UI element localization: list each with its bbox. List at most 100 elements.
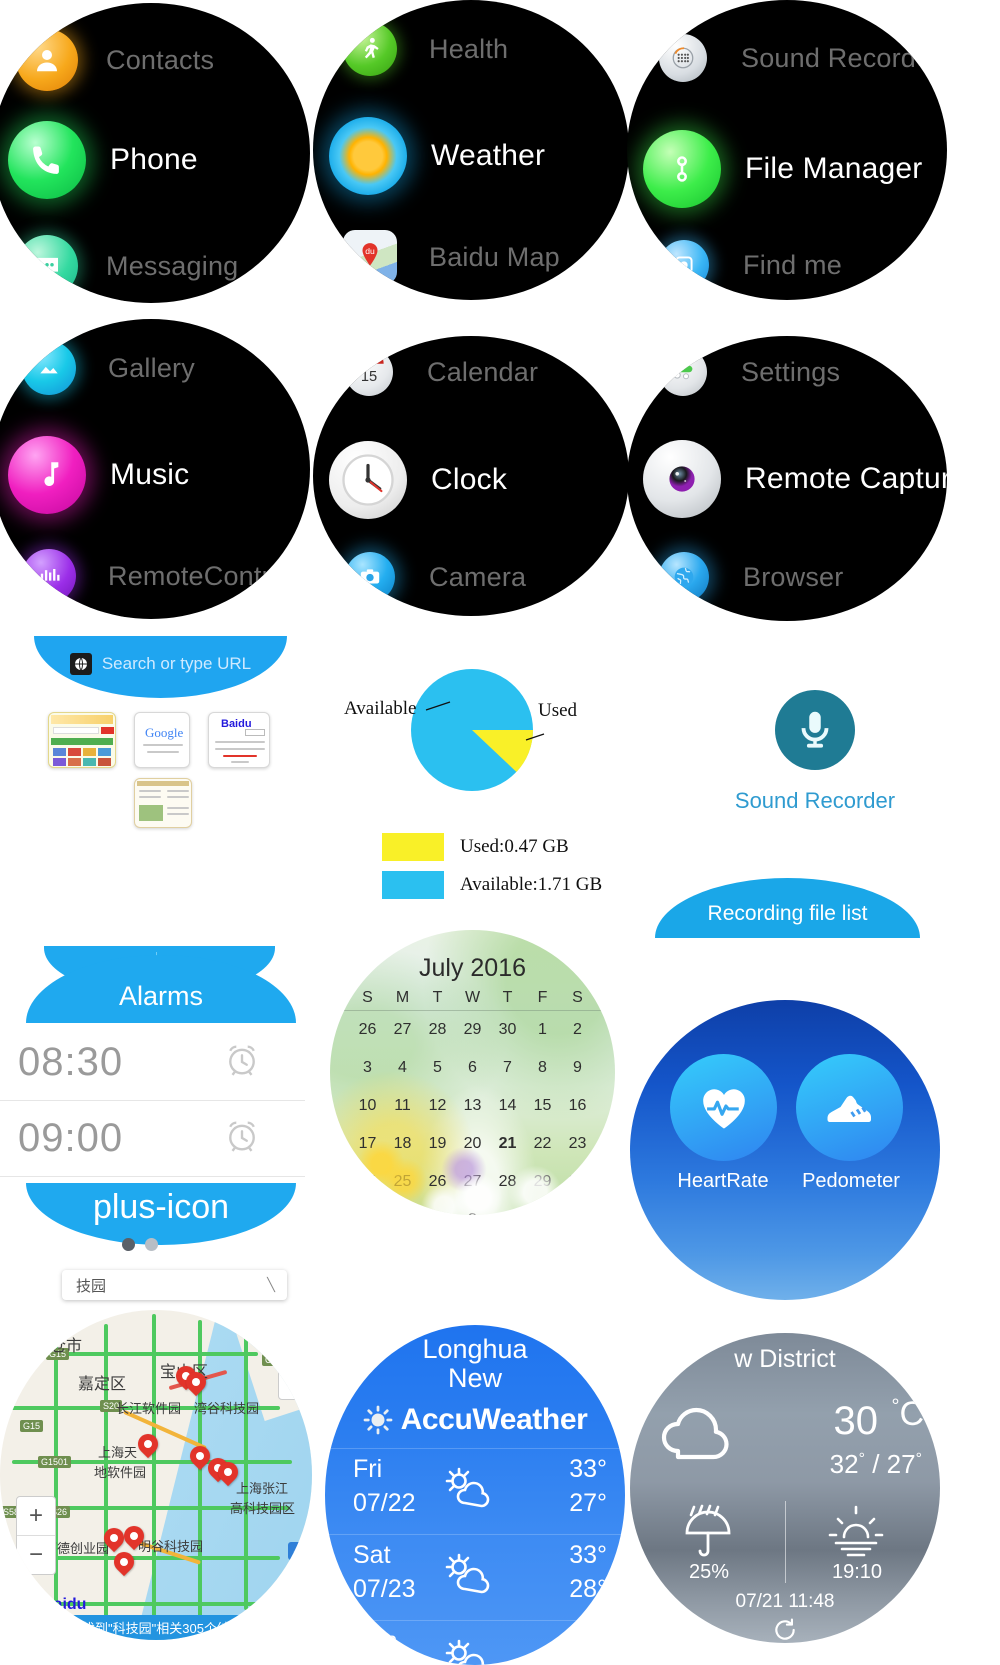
calendar-day[interactable]: 5 — [525, 1212, 560, 1216]
app-row-browser[interactable]: Browser — [627, 552, 947, 602]
watch-screen-contacts-phone[interactable]: Contacts Phone Messaging — [0, 3, 310, 303]
calendar-day[interactable]: 8 — [525, 1060, 560, 1076]
calendar-day[interactable]: 2 — [420, 1212, 455, 1216]
map-pin[interactable] — [133, 1429, 163, 1459]
url-input[interactable]: Search or type URL — [102, 654, 251, 674]
calendar-day[interactable]: 3 — [455, 1212, 490, 1216]
map-poi-marker[interactable]: + — [288, 1542, 306, 1560]
calendar-day[interactable]: 3 — [350, 1060, 385, 1076]
calendar-day[interactable]: 15 — [525, 1098, 560, 1114]
watch-screen-health-weather[interactable]: Health Weather du Baidu Map — [313, 0, 629, 300]
calendar-day[interactable]: 17 — [350, 1136, 385, 1152]
map-zoom-control[interactable]: + − — [16, 1496, 56, 1575]
hao123-thumbnail[interactable] — [48, 712, 116, 768]
baidu-map-screen[interactable]: 技园 ╲ G15 S20 G1501 S26 G40 S32 S58 G15 太… — [0, 1270, 312, 1665]
alarms-add-bar[interactable]: plus-icon — [26, 1183, 296, 1245]
app-row-camera[interactable]: Camera — [313, 552, 629, 602]
calendar-day[interactable]: 11 — [385, 1098, 420, 1114]
calendar-days[interactable]: 26 27 28 29 30 1 2 3 4 5 6 7 8 9 10 11 12 13 14 15 16 17 18 19 2… — [350, 1022, 595, 1216]
calendar-day[interactable]: 29 — [525, 1174, 560, 1190]
calendar-day[interactable]: 28 — [490, 1174, 525, 1190]
accuweather-screen[interactable]: Longhua New AccuWeather Fri 07/22 33° 27… — [325, 1325, 625, 1665]
calendar-day[interactable]: 20 — [455, 1136, 490, 1152]
calendar-day[interactable]: 28 — [420, 1022, 455, 1038]
calendar-day[interactable]: 10 — [350, 1098, 385, 1114]
browser-omnibox[interactable]: Search or type URL — [34, 636, 287, 698]
forecast-row[interactable]: Sat 07/23 33° 28° — [325, 1534, 625, 1620]
calendar-day[interactable]: 30 — [560, 1174, 595, 1190]
app-row-find-me[interactable]: Find me — [627, 240, 947, 290]
app-row-remote-capture[interactable]: Remote Capture — [627, 440, 947, 518]
calendar-day[interactable]: 6 — [455, 1060, 490, 1076]
watch-screen-settings-capture[interactable]: Settings Remote Capture Browser — [627, 336, 947, 621]
calendar-day[interactable]: 24 — [350, 1174, 385, 1190]
calendar-day[interactable]: 25 — [385, 1174, 420, 1190]
page-dot[interactable] — [145, 1238, 158, 1251]
app-row-contacts[interactable]: Contacts — [0, 29, 310, 91]
calendar-day[interactable]: 4 — [385, 1060, 420, 1076]
app-row-calendar[interactable]: 15 Calendar — [313, 348, 629, 396]
pedometer-button[interactable] — [796, 1054, 903, 1161]
calendar-day[interactable]: 29 — [455, 1022, 490, 1038]
alarm-clock-icon[interactable] — [223, 1117, 261, 1160]
watch-screen-gallery-music[interactable]: Gallery Music RemoteControl — [0, 319, 310, 619]
calendar-day[interactable]: 2 — [560, 1022, 595, 1038]
app-row-weather[interactable]: Weather — [313, 117, 629, 195]
microphone-icon[interactable] — [775, 690, 855, 770]
map-layers-button[interactable] — [278, 1368, 310, 1400]
microphone-icon[interactable]: ╲ — [267, 1277, 275, 1293]
calendar-day[interactable]: 18 — [385, 1136, 420, 1152]
calendar-day[interactable]: 14 — [490, 1098, 525, 1114]
app-row-music[interactable]: Music — [0, 436, 310, 514]
calendar-day[interactable]: 13 — [455, 1098, 490, 1114]
calendar-day[interactable]: 31 — [350, 1212, 385, 1216]
app-row-settings[interactable]: Settings — [627, 348, 947, 396]
calendar-day[interactable]: 7 — [490, 1060, 525, 1076]
news-page-thumbnail[interactable] — [134, 778, 192, 828]
map-search-bar[interactable]: 技园 ╲ — [62, 1270, 287, 1300]
app-row-health[interactable]: Health — [313, 22, 629, 76]
app-row-gallery[interactable]: Gallery — [0, 341, 310, 395]
zoom-out-button[interactable]: − — [17, 1536, 55, 1574]
calendar-day[interactable]: 27 — [385, 1022, 420, 1038]
calendar-day[interactable]: 9 — [560, 1060, 595, 1076]
map-canvas[interactable]: G15 S20 G1501 S26 G40 S32 S58 G15 太仓市 宝山… — [0, 1310, 312, 1640]
map-compass-button[interactable]: ◎ — [297, 1328, 308, 1344]
health-screen[interactable]: HeartRate Pedometer — [630, 1000, 940, 1300]
calendar-day[interactable]: 26 — [420, 1174, 455, 1190]
calendar-screen[interactable]: July 2016 S M T W T F S 26 27 28 29 30 1 2 3 4 5 6… — [330, 930, 615, 1215]
app-row-file-manager[interactable]: File Manager — [627, 130, 947, 208]
forecast-row[interactable]: Sun 07/24 34° 27° — [325, 1620, 625, 1665]
app-row-phone[interactable]: Phone — [0, 121, 310, 199]
app-row-messaging[interactable]: Messaging — [0, 235, 310, 297]
calendar-day[interactable]: 27 — [455, 1174, 490, 1190]
google-thumbnail[interactable]: Google — [134, 712, 190, 768]
app-row-sound-recorder[interactable]: Sound Recorder — [627, 34, 947, 82]
sound-recorder-screen[interactable]: Sound Recorder — [680, 690, 950, 840]
calendar-day[interactable]: 12 — [420, 1098, 455, 1114]
calendar-day[interactable]: 23 — [560, 1136, 595, 1152]
calendar-day[interactable]: 30 — [490, 1022, 525, 1038]
calendar-day[interactable]: 4 — [490, 1212, 525, 1216]
calendar-day[interactable]: 19 — [420, 1136, 455, 1152]
calendar-day[interactable]: 22 — [525, 1136, 560, 1152]
calendar-day[interactable]: 16 — [560, 1098, 595, 1114]
watch-screen-sound-file[interactable]: Sound Recorder File Manager Find me — [627, 0, 947, 300]
refresh-button[interactable] — [630, 1617, 940, 1643]
weather-detail-screen[interactable]: w District 30 °C 32° / 27° 25% 19:10 07/… — [630, 1333, 940, 1643]
app-row-baidu-map[interactable]: du Baidu Map — [313, 230, 629, 284]
heartrate-button[interactable] — [670, 1054, 777, 1161]
zoom-in-button[interactable]: + — [17, 1497, 55, 1535]
page-dot-active[interactable] — [122, 1238, 135, 1251]
app-row-remotecontrol[interactable]: RemoteControl — [0, 549, 310, 603]
alarms-screen[interactable]: ‹ ✕ Alarms 08:30 09:00 plus-icon — [0, 880, 310, 1280]
calendar-day[interactable]: 6 — [560, 1212, 595, 1216]
baidu-thumbnail[interactable]: Baidu — [208, 712, 270, 768]
calendar-day[interactable]: 21 — [490, 1136, 525, 1152]
calendar-day[interactable]: 1 — [525, 1022, 560, 1038]
app-row-clock[interactable]: Clock — [313, 441, 629, 519]
alarm-row[interactable]: 09:00 — [0, 1101, 305, 1177]
alarm-clock-icon[interactable] — [223, 1041, 261, 1084]
watch-screen-calendar-clock[interactable]: 15 Calendar Clock Camera — [313, 336, 629, 616]
forecast-row[interactable]: Fri 07/22 33° 27° — [325, 1448, 625, 1534]
